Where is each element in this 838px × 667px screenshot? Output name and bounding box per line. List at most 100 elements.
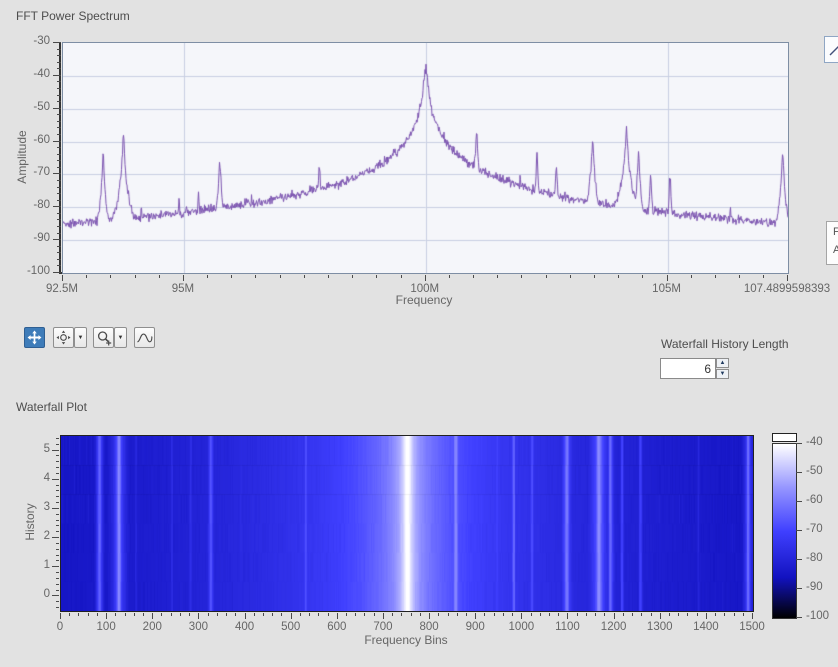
axis-tick	[376, 275, 377, 278]
waterfall-y-tick-label: 4	[12, 472, 50, 484]
axis-tick	[53, 206, 61, 207]
axis-tick	[352, 275, 353, 278]
axis-tick	[318, 613, 319, 616]
axis-tick	[540, 613, 541, 616]
color-scale[interactable]	[772, 443, 797, 619]
axis-tick	[52, 450, 59, 451]
waterfall-x-tick-label: 800	[419, 621, 438, 633]
axis-tick	[280, 275, 281, 278]
axis-tick	[401, 613, 402, 616]
axis-tick	[56, 502, 59, 503]
axis-tick	[642, 275, 643, 278]
axis-tick	[706, 613, 707, 619]
arrow-down-icon: ▼	[720, 371, 726, 377]
axis-tick	[604, 613, 605, 616]
axis-tick	[57, 265, 61, 266]
spectrum-plot-area[interactable]	[62, 42, 789, 274]
spectrum-y-tick-label: -40	[10, 68, 50, 80]
color-scale-marker	[772, 433, 797, 442]
axis-tick	[429, 613, 430, 619]
spectrum-y-tick-label: -70	[10, 166, 50, 178]
axis-tick	[546, 275, 547, 278]
axis-tick	[161, 613, 162, 616]
axis-tick	[208, 613, 209, 616]
spinner-down-button[interactable]: ▼	[716, 369, 729, 379]
spinner-up-button[interactable]: ▲	[716, 358, 729, 368]
axis-tick	[281, 613, 282, 616]
zoom-in-icon	[96, 330, 112, 346]
axis-tick	[787, 275, 788, 281]
fit-tool-button[interactable]	[134, 327, 155, 348]
spectrum-graph[interactable]	[63, 43, 788, 273]
axis-tick	[570, 275, 571, 278]
spectrum-x-tick-label: 92.5M	[46, 283, 78, 295]
axis-tick	[171, 613, 172, 616]
axis-tick	[53, 42, 61, 43]
axis-tick	[641, 613, 642, 616]
axis-tick	[272, 613, 273, 616]
zoom-tool-button[interactable]	[93, 327, 114, 348]
axis-tick	[56, 496, 59, 497]
axis-tick	[56, 520, 59, 521]
axis-tick	[57, 167, 61, 168]
waterfall-x-tick-label: 100	[97, 621, 116, 633]
pan-tool-button[interactable]	[53, 327, 74, 348]
waterfall-x-tick-label: 700	[373, 621, 392, 633]
axis-tick	[595, 613, 596, 616]
waterfall-history-length-input[interactable]	[660, 358, 716, 379]
cursor-amplitude-text: A	[833, 244, 838, 256]
axis-tick	[715, 275, 716, 278]
waterfall-x-tick-label: 500	[281, 621, 300, 633]
axis-tick	[796, 501, 802, 502]
spectrum-y-tick-label: -100	[10, 265, 50, 277]
spectrum-y-tick-label: -30	[10, 35, 50, 47]
axis-tick	[57, 246, 61, 247]
axis-tick	[614, 613, 615, 619]
axis-tick	[152, 613, 153, 619]
waterfall-y-tick-label: 1	[12, 559, 50, 571]
waterfall-y-tick-label: 0	[12, 588, 50, 600]
axis-tick	[678, 613, 679, 616]
spectrum-x-tick-label: 105M	[652, 283, 681, 295]
axis-tick	[796, 588, 802, 589]
waterfall-x-tick-label: 300	[189, 621, 208, 633]
axis-tick	[57, 187, 61, 188]
legend-plot-button[interactable]	[824, 36, 838, 63]
waterfall-y-tick-label: 3	[12, 501, 50, 513]
axis-tick	[484, 613, 485, 616]
axis-tick	[355, 613, 356, 616]
axis-tick	[57, 121, 61, 122]
axis-tick	[660, 613, 661, 619]
spectrum-y-tick-label: -60	[10, 134, 50, 146]
axis-tick	[53, 141, 61, 142]
pan-tool-dropdown[interactable]: ▼	[74, 327, 87, 348]
axis-tick	[207, 275, 208, 278]
axis-tick	[57, 55, 61, 56]
colorbar-tick-label: -80	[806, 552, 823, 564]
spectrum-y-tick-label: -80	[10, 199, 50, 211]
plot-line-icon	[829, 43, 838, 57]
waterfall-history-length-label: Waterfall History Length	[661, 337, 789, 351]
spectrum-graph-title: FFT Power Spectrum	[16, 9, 130, 23]
waterfall-plot-area[interactable]	[60, 435, 754, 612]
axis-tick	[183, 275, 184, 281]
axis-tick	[57, 88, 61, 89]
waterfall-graph[interactable]	[61, 436, 753, 611]
waterfall-x-tick-label: 1100	[555, 621, 580, 633]
axis-tick	[86, 275, 87, 278]
axis-tick	[503, 613, 504, 616]
axis-tick	[449, 275, 450, 278]
axis-tick	[57, 127, 61, 128]
axis-tick	[632, 613, 633, 616]
axis-tick	[57, 252, 61, 253]
move-tool-button[interactable]	[24, 327, 45, 348]
chevron-down-icon: ▼	[118, 335, 124, 341]
zoom-tool-dropdown[interactable]: ▼	[114, 327, 127, 348]
waterfall-x-tick-label: 0	[57, 621, 63, 633]
axis-tick	[56, 455, 59, 456]
waterfall-y-tick-label: 5	[12, 443, 50, 455]
axis-tick	[57, 193, 61, 194]
axis-tick	[57, 134, 61, 135]
axis-tick	[106, 613, 107, 619]
colorbar-tick-label: -60	[806, 494, 823, 506]
